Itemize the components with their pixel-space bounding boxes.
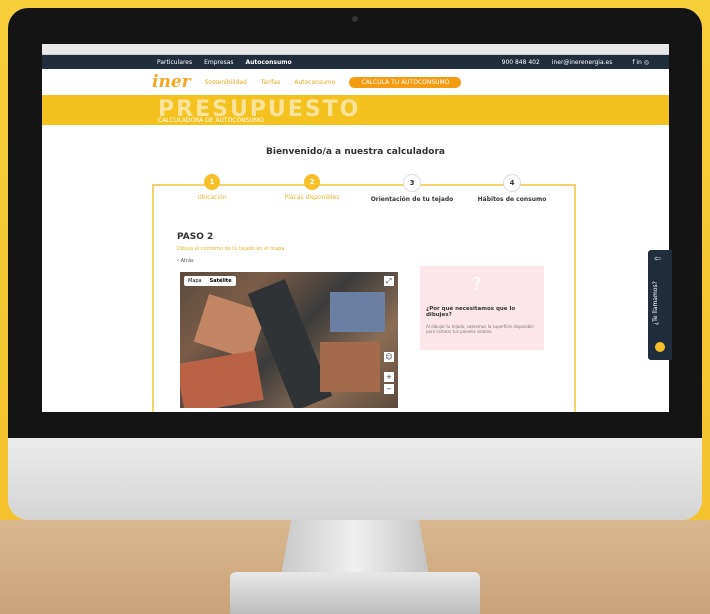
browser-bar bbox=[42, 44, 669, 55]
street-view-icon[interactable]: ☺ bbox=[384, 352, 394, 362]
map-type-satelite[interactable]: Satélite bbox=[206, 276, 236, 286]
social-icons[interactable]: f in ◎ bbox=[632, 59, 649, 66]
header: iner Sostenibilidad Tarifas Autoconsumo … bbox=[42, 69, 669, 95]
info-box: ? ¿Por qué necesitamos que lo dibujes? A… bbox=[420, 266, 544, 350]
step-2-label: Placas disponibles bbox=[284, 194, 340, 201]
step-2-number: 2 bbox=[304, 174, 320, 190]
arrow-left-icon: ⇦ bbox=[654, 254, 661, 263]
header-link-tarifas[interactable]: Tarifas bbox=[261, 79, 280, 86]
step-1[interactable]: 1 Ubicación bbox=[162, 174, 262, 201]
back-label: Atrás bbox=[180, 258, 194, 264]
welcome-heading: Bienvenido/a a nuestra calculadora bbox=[266, 147, 445, 157]
hero-banner: PRESUPUESTO CALCULADORA DE AUTOCONSUMO bbox=[42, 95, 669, 125]
cta-button[interactable]: CALCULA TU AUTOCONSUMO bbox=[349, 76, 462, 88]
map-building bbox=[330, 292, 385, 332]
map-type-toggle: Mapa Satélite bbox=[184, 276, 236, 286]
header-link-sostenibilidad[interactable]: Sostenibilidad bbox=[205, 79, 247, 86]
step-3-number: 3 bbox=[403, 174, 421, 192]
email-link[interactable]: iner@inerenergia.es bbox=[552, 59, 613, 66]
map-type-mapa[interactable]: Mapa bbox=[184, 276, 206, 286]
nav-particulares[interactable]: Particulares bbox=[157, 59, 192, 66]
step-subtitle: Dibuja el contorno de tu tejado en el ma… bbox=[177, 246, 285, 252]
status-dot-icon bbox=[655, 342, 665, 352]
fullscreen-icon[interactable]: ⤢ bbox=[384, 276, 394, 286]
camera-icon bbox=[352, 16, 358, 22]
screen: Particulares Empresas Autoconsumo 900 84… bbox=[42, 44, 669, 412]
callback-label: ¿Te llamamos? bbox=[652, 281, 659, 325]
step-4-number: 4 bbox=[503, 174, 521, 192]
help-icon: ? bbox=[472, 274, 482, 295]
info-title: ¿Por qué necesitamos que lo dibujes? bbox=[426, 306, 516, 318]
top-nav: Particulares Empresas Autoconsumo 900 84… bbox=[42, 55, 669, 69]
stepper: 1 Ubicación 2 Placas disponibles 3 Orien… bbox=[162, 174, 582, 214]
step-title: PASO 2 bbox=[177, 232, 214, 242]
header-link-autoconsumo[interactable]: Autoconsumo bbox=[294, 79, 335, 86]
callback-tab[interactable]: ⇦ ¿Te llamamos? bbox=[648, 250, 672, 360]
map-building bbox=[180, 350, 264, 408]
zoom-out-icon[interactable]: − bbox=[384, 384, 394, 394]
hero-subtitle: CALCULADORA DE AUTOCONSUMO bbox=[158, 117, 264, 124]
step-4-label: Hábitos de consumo bbox=[477, 196, 547, 203]
back-link[interactable]: ‹ Atrás bbox=[177, 258, 194, 264]
step-1-label: Ubicación bbox=[197, 194, 227, 201]
zoom-in-icon[interactable]: + bbox=[384, 372, 394, 382]
imac-monitor: Particulares Empresas Autoconsumo 900 84… bbox=[8, 8, 702, 520]
monitor-chin bbox=[8, 438, 702, 520]
map-building bbox=[320, 342, 380, 392]
phone-number[interactable]: 900 848 402 bbox=[502, 59, 540, 66]
iner-logo[interactable]: iner bbox=[152, 72, 191, 92]
monitor-stand-base bbox=[230, 572, 480, 614]
step-3-label: Orientación de tu tejado bbox=[370, 196, 454, 203]
step-2[interactable]: 2 Placas disponibles bbox=[262, 174, 362, 201]
nav-autoconsumo[interactable]: Autoconsumo bbox=[246, 59, 292, 66]
info-text: Al dibujar tu tejado, sabremos la superf… bbox=[426, 324, 534, 334]
step-4[interactable]: 4 Hábitos de consumo bbox=[462, 174, 562, 203]
satellite-map[interactable]: Mapa Satélite ⤢ ☺ + − bbox=[180, 272, 398, 408]
nav-empresas[interactable]: Empresas bbox=[204, 59, 233, 66]
step-1-number: 1 bbox=[204, 174, 220, 190]
step-3[interactable]: 3 Orientación de tu tejado bbox=[362, 174, 462, 203]
